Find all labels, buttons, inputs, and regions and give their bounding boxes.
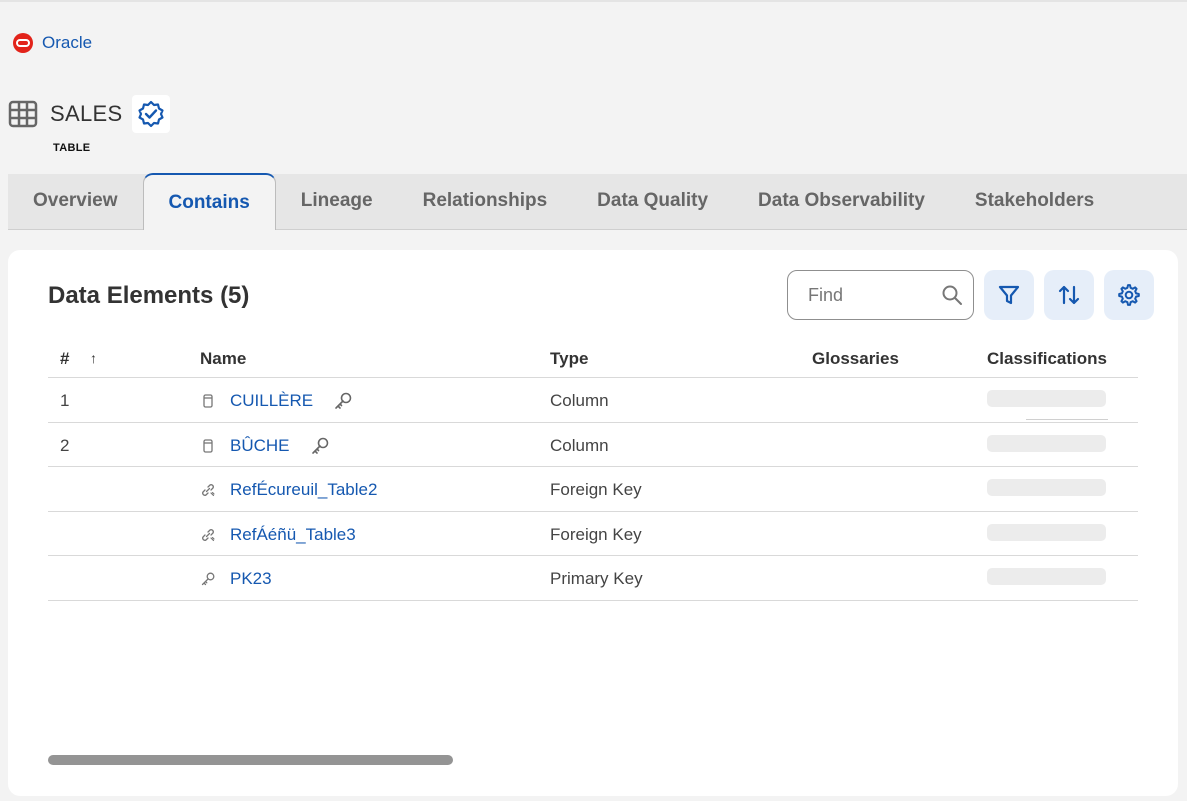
find-input[interactable] bbox=[808, 284, 938, 306]
table-row[interactable]: 1 CUILLÈRE Column bbox=[48, 378, 1138, 423]
settings-button[interactable] bbox=[1104, 270, 1154, 320]
element-name-link[interactable]: BÛCHE bbox=[230, 436, 290, 456]
tab-relationships[interactable]: Relationships bbox=[398, 173, 573, 229]
grid-header: # ↑ Name Type Glossaries Classifications bbox=[48, 336, 1138, 378]
horizontal-scrollbar[interactable] bbox=[48, 755, 453, 765]
tab-data-observability[interactable]: Data Observability bbox=[733, 173, 950, 229]
classifications-placeholder bbox=[987, 568, 1106, 585]
element-type: Column bbox=[550, 391, 609, 410]
breadcrumb-label[interactable]: Oracle bbox=[42, 33, 92, 53]
filter-icon bbox=[998, 285, 1020, 305]
filter-button[interactable] bbox=[984, 270, 1034, 320]
element-type: Column bbox=[550, 435, 609, 455]
classifications-placeholder bbox=[987, 434, 1106, 452]
element-type: Primary Key bbox=[550, 569, 643, 588]
data-elements-grid: # ↑ Name Type Glossaries Classifications… bbox=[48, 336, 1138, 601]
key-icon bbox=[335, 392, 352, 409]
tab-overview[interactable]: Overview bbox=[8, 173, 143, 229]
tab-stakeholders[interactable]: Stakeholders bbox=[950, 173, 1119, 229]
table-icon bbox=[8, 100, 38, 128]
element-name-link[interactable]: RefÉcureuil_Table2 bbox=[230, 480, 377, 500]
classifications-placeholder bbox=[987, 523, 1106, 541]
verified-icon bbox=[138, 100, 165, 128]
tab-contains[interactable]: Contains bbox=[142, 173, 276, 230]
search-icon[interactable] bbox=[941, 284, 963, 306]
asset-subtype: TABLE bbox=[53, 142, 91, 154]
classifications-placeholder bbox=[987, 390, 1106, 407]
column-icon bbox=[203, 394, 213, 408]
asset-header: SALES bbox=[8, 95, 171, 133]
divider bbox=[1026, 419, 1108, 420]
link-icon bbox=[202, 528, 215, 541]
table-row[interactable]: RefÁéñü_Table3 Foreign Key bbox=[48, 512, 1138, 556]
element-name-link[interactable]: PK23 bbox=[230, 569, 272, 589]
link-icon bbox=[202, 484, 215, 497]
element-type: Foreign Key bbox=[550, 524, 642, 544]
element-type: Foreign Key bbox=[550, 480, 642, 499]
column-header-name[interactable]: Name bbox=[200, 349, 246, 369]
classifications-placeholder bbox=[987, 479, 1106, 496]
column-header-type[interactable]: Type bbox=[550, 349, 588, 369]
column-header-num[interactable]: # bbox=[60, 349, 69, 369]
table-row[interactable]: 2 BÛCHE Column bbox=[48, 423, 1138, 467]
element-name-link[interactable]: RefÁéñü_Table3 bbox=[230, 525, 356, 545]
row-number: 2 bbox=[60, 435, 70, 455]
gear-icon bbox=[1118, 284, 1140, 306]
find-box bbox=[787, 270, 974, 320]
column-header-glossaries[interactable]: Glossaries bbox=[812, 349, 899, 369]
row-number: 1 bbox=[60, 391, 70, 410]
breadcrumb[interactable]: Oracle bbox=[12, 32, 92, 54]
oracle-icon bbox=[13, 33, 33, 53]
table-row[interactable]: RefÉcureuil_Table2 Foreign Key bbox=[48, 467, 1138, 512]
column-header-classifications[interactable]: Classifications bbox=[987, 349, 1107, 369]
table-row[interactable]: PK23 Primary Key bbox=[48, 556, 1138, 601]
panel-title: Data Elements (5) bbox=[48, 282, 250, 309]
column-icon bbox=[203, 438, 213, 453]
key-icon bbox=[201, 572, 215, 586]
data-elements-panel: Data Elements (5) # ↑ Name Type Glossari… bbox=[8, 250, 1178, 796]
tab-lineage[interactable]: Lineage bbox=[276, 173, 398, 229]
tab-bar: Overview Contains Lineage Relationships … bbox=[8, 173, 1187, 230]
element-name-link[interactable]: CUILLÈRE bbox=[230, 391, 313, 411]
sort-icon bbox=[1058, 285, 1080, 305]
key-icon bbox=[311, 437, 328, 454]
page-title: SALES bbox=[50, 101, 123, 126]
sort-asc-icon[interactable]: ↑ bbox=[90, 350, 97, 366]
verified-badge[interactable] bbox=[132, 95, 171, 133]
tab-data-quality[interactable]: Data Quality bbox=[572, 173, 733, 229]
sort-button[interactable] bbox=[1044, 270, 1094, 320]
